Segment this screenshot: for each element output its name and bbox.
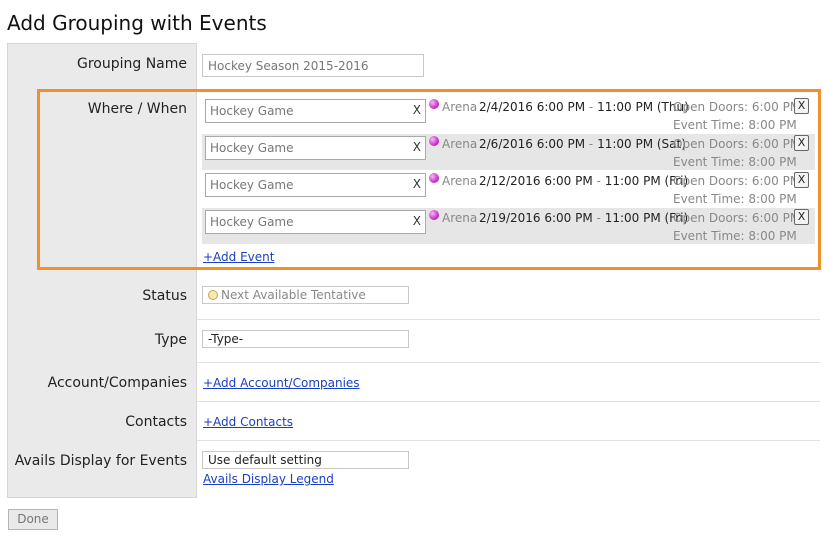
event-name-input[interactable]: Hockey Game X [205, 173, 426, 197]
event-venue: Arena [442, 137, 478, 151]
event-datetime: 2/4/2016 6:00 PM - 11:00 PM (Thu) [479, 100, 689, 114]
clear-icon[interactable]: X [413, 140, 421, 154]
event-start: 2/19/2016 6:00 PM [479, 211, 593, 225]
status-indicator-icon [208, 290, 218, 300]
type-label: Type [154, 332, 187, 348]
event-dash: - [588, 100, 594, 114]
clear-icon[interactable]: X [413, 214, 421, 228]
contacts-label: Contacts [125, 414, 187, 430]
event-start: 2/12/2016 6:00 PM [479, 174, 593, 188]
remove-event-button[interactable]: X [794, 98, 809, 114]
avails-select[interactable]: Use default setting [202, 451, 409, 469]
event-status-dot-icon [429, 136, 439, 146]
status-value: Next Available Tentative [221, 288, 366, 302]
avails-legend-link[interactable]: Avails Display Legend [203, 472, 334, 486]
done-button[interactable]: Done [8, 509, 58, 530]
event-row: Hockey Game X Arena 2/6/2016 6:00 PM - 11:0… [202, 134, 815, 170]
event-name-input[interactable]: Hockey Game X [205, 99, 426, 123]
event-status-dot-icon [429, 210, 439, 220]
row-divider [197, 319, 820, 320]
event-status-dot-icon [429, 173, 439, 183]
event-name-value: Hockey Game [210, 141, 294, 155]
event-time: Event Time: 8:00 PM [673, 229, 797, 243]
row-divider [197, 401, 820, 402]
status-label: Status [142, 288, 187, 304]
event-row: Hockey Game X Arena 2/12/2016 6:00 PM - 11:… [202, 171, 815, 207]
type-select[interactable]: -Type- [202, 330, 409, 348]
remove-event-button[interactable]: X [794, 209, 809, 225]
event-datetime: 2/6/2016 6:00 PM - 11:00 PM (Sat) [479, 137, 686, 151]
clear-icon[interactable]: X [413, 103, 421, 117]
event-name-input[interactable]: Hockey Game X [205, 136, 426, 160]
event-datetime: 2/19/2016 6:00 PM - 11:00 PM (Fri) [479, 211, 688, 225]
event-venue: Arena [442, 100, 478, 114]
event-name-value: Hockey Game [210, 104, 294, 118]
event-start: 2/6/2016 6:00 PM [479, 137, 586, 151]
event-datetime: 2/12/2016 6:00 PM - 11:00 PM (Fri) [479, 174, 688, 188]
add-event-link[interactable]: +Add Event [203, 250, 274, 264]
row-divider [197, 362, 820, 363]
accounts-label: Account/Companies [47, 375, 187, 391]
row-divider [197, 440, 820, 441]
clear-icon[interactable]: X [413, 177, 421, 191]
open-doors: Open Doors: 6:00 PM [673, 211, 801, 225]
event-name-value: Hockey Game [210, 178, 294, 192]
event-venue: Arena [442, 174, 478, 188]
remove-event-button[interactable]: X [794, 172, 809, 188]
open-doors: Open Doors: 6:00 PM [673, 137, 801, 151]
status-select[interactable]: Next Available Tentative [202, 286, 409, 304]
event-start: 2/4/2016 6:00 PM [479, 100, 586, 114]
open-doors: Open Doors: 6:00 PM [673, 100, 801, 114]
event-name-input[interactable]: Hockey Game X [205, 210, 426, 234]
avails-label: Avails Display for Events [14, 453, 187, 469]
event-dash: - [588, 137, 594, 151]
event-venue: Arena [442, 211, 478, 225]
remove-event-button[interactable]: X [794, 135, 809, 151]
event-row: Hockey Game X Arena 2/19/2016 6:00 PM - 11:… [202, 208, 815, 244]
event-time: Event Time: 8:00 PM [673, 192, 797, 206]
event-time: Event Time: 8:00 PM [673, 155, 797, 169]
event-row: Hockey Game X Arena 2/4/2016 6:00 PM - 11:0… [202, 97, 815, 133]
event-dash: - [596, 211, 601, 225]
add-contacts-link[interactable]: +Add Contacts [203, 415, 293, 429]
event-name-value: Hockey Game [210, 215, 294, 229]
event-time: Event Time: 8:00 PM [673, 118, 797, 132]
add-accounts-link[interactable]: +Add Account/Companies [203, 376, 360, 390]
event-dash: - [596, 174, 601, 188]
grouping-name-input[interactable]: Hockey Season 2015-2016 [202, 54, 424, 77]
page-title: Add Grouping with Events [7, 11, 267, 35]
event-status-dot-icon [429, 99, 439, 109]
grouping-name-label: Grouping Name [76, 56, 187, 72]
open-doors: Open Doors: 6:00 PM [673, 174, 801, 188]
